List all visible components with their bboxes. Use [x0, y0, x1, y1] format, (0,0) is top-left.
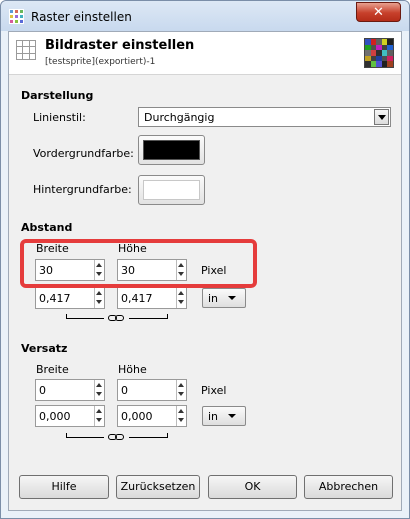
- image-name: [testsprite](exportiert)-1: [45, 57, 156, 67]
- spin-arrows-icon[interactable]: [94, 288, 104, 308]
- section-versatz: Versatz: [21, 342, 68, 355]
- versatz-hoehe-in-input[interactable]: 0,000: [117, 405, 187, 427]
- grid-app-icon: [9, 9, 24, 24]
- ok-button[interactable]: OK: [208, 475, 297, 499]
- versatz-breite-label: Breite: [36, 363, 69, 376]
- chain-link-icon: [108, 315, 124, 321]
- window-title: Raster einstellen: [31, 10, 132, 24]
- abstand-hoehe-in-value: 0,417: [121, 292, 153, 305]
- spin-arrows-icon[interactable]: [176, 406, 186, 426]
- cancel-button[interactable]: Abbrechen: [304, 475, 393, 499]
- vordergrundfarbe-label: Vordergrundfarbe:: [33, 147, 134, 160]
- highlight-box: [20, 239, 257, 288]
- close-icon: ✕: [373, 5, 384, 20]
- versatz-hoehe-label: Höhe: [118, 363, 147, 376]
- grid-icon: [16, 40, 36, 60]
- section-abstand: Abstand: [21, 221, 73, 234]
- spin-arrows-icon[interactable]: [94, 380, 104, 400]
- abstand-breite-in-value: 0,417: [39, 292, 71, 305]
- abstand-unit-select[interactable]: in: [202, 288, 246, 308]
- section-darstellung: Darstellung: [21, 89, 94, 102]
- linienstil-value: Durchgängig: [144, 111, 215, 124]
- reset-button[interactable]: Zurücksetzen: [116, 475, 200, 499]
- chain-link-icon: [108, 434, 124, 440]
- help-button[interactable]: Hilfe: [19, 475, 109, 499]
- title-bar[interactable]: Raster einstellen ✕: [1, 1, 409, 31]
- versatz-chain-button[interactable]: [66, 433, 168, 443]
- versatz-breite-px-input[interactable]: 0: [35, 379, 105, 401]
- versatz-px-unit: Pixel: [201, 384, 227, 397]
- hintergrundfarbe-button[interactable]: [138, 175, 205, 205]
- dialog-window: Raster einstellen ✕ Bildraster einstelle…: [0, 0, 410, 519]
- versatz-breite-in-value: 0,000: [39, 410, 71, 423]
- abstand-breite-in-input[interactable]: 0,417: [35, 287, 105, 309]
- versatz-hoehe-in-value: 0,000: [121, 410, 153, 423]
- spin-arrows-icon[interactable]: [176, 380, 186, 400]
- abstand-hoehe-in-input[interactable]: 0,417: [117, 287, 187, 309]
- versatz-breite-in-input[interactable]: 0,000: [35, 405, 105, 427]
- spin-arrows-icon[interactable]: [176, 288, 186, 308]
- vordergrund-swatch: [143, 140, 200, 160]
- chevron-down-icon: [228, 414, 236, 418]
- versatz-hoehe-px-input[interactable]: 0: [117, 379, 187, 401]
- linienstil-label: Linienstil:: [33, 111, 86, 124]
- vordergrundfarbe-button[interactable]: [138, 135, 205, 165]
- dialog-heading: Bildraster einstellen: [45, 38, 195, 53]
- hintergrundfarbe-label: Hintergrundfarbe:: [33, 183, 132, 196]
- abstand-chain-button[interactable]: [66, 314, 168, 324]
- chevron-down-icon[interactable]: [374, 109, 389, 125]
- dialog-header: Bildraster einstellen [testsprite](expor…: [9, 32, 401, 75]
- versatz-hoehe-px-value: 0: [121, 384, 128, 397]
- abstand-unit-value: in: [208, 292, 219, 305]
- linienstil-select[interactable]: Durchgängig: [138, 107, 391, 127]
- versatz-unit-select[interactable]: in: [202, 406, 246, 426]
- hintergrund-swatch: [143, 180, 200, 200]
- versatz-unit-value: in: [208, 410, 219, 423]
- close-window-button[interactable]: ✕: [356, 2, 401, 22]
- image-thumbnail-icon: [364, 38, 394, 68]
- versatz-breite-px-value: 0: [39, 384, 46, 397]
- spin-arrows-icon[interactable]: [94, 406, 104, 426]
- dialog-content: Bildraster einstellen [testsprite](expor…: [8, 31, 402, 511]
- chevron-down-icon: [228, 296, 236, 300]
